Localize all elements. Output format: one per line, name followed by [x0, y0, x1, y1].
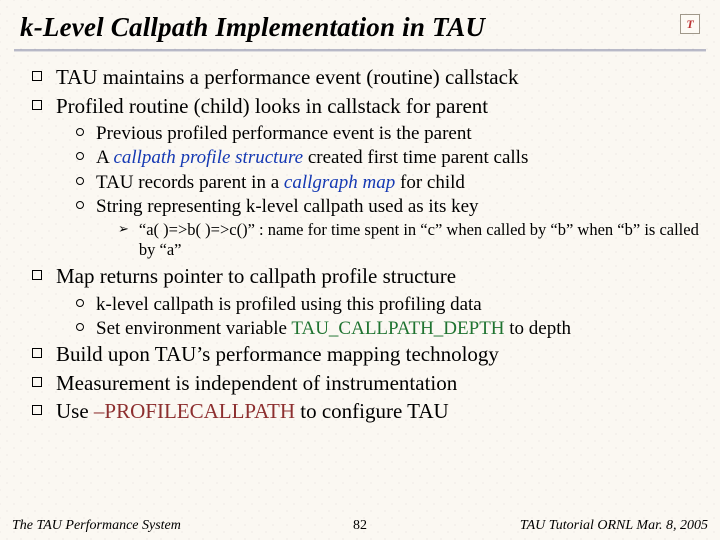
- square-bullet-icon: [32, 377, 42, 387]
- square-bullet-icon: [32, 270, 42, 280]
- bullet-text: TAU maintains a performance event (routi…: [56, 65, 702, 91]
- slide-body: TAU maintains a performance event (routi…: [14, 57, 706, 425]
- circle-bullet-icon: [76, 177, 84, 185]
- square-bullet-icon: [32, 348, 42, 358]
- bullet-text: String representing k-level callpath use…: [96, 195, 702, 218]
- bullet-level2: TAU records parent in a callgraph map fo…: [76, 171, 702, 194]
- tau-logo: T: [680, 14, 700, 34]
- slide-container: k-Level Callpath Implementation in TAU T…: [0, 0, 720, 540]
- square-bullet-icon: [32, 405, 42, 415]
- text-part: TAU records parent in a: [96, 172, 284, 193]
- bullet-level2: String representing k-level callpath use…: [76, 195, 702, 218]
- emphasis-darkred: –PROFILECALLPATH: [94, 399, 295, 423]
- bullet-text: Measurement is independent of instrument…: [56, 371, 702, 397]
- text-part: Set environment variable: [96, 318, 291, 339]
- bullet-level2: k-level callpath is profiled using this …: [76, 293, 702, 316]
- bullet-text: Set environment variable TAU_CALLPATH_DE…: [96, 317, 702, 340]
- bullet-text: Map returns pointer to callpath profile …: [56, 264, 702, 290]
- bullet-text: TAU records parent in a callgraph map fo…: [96, 171, 702, 194]
- bullet-level2: Previous profiled performance event is t…: [76, 122, 702, 145]
- text-part: to depth: [505, 318, 572, 339]
- slide-footer: The TAU Performance System 82 TAU Tutori…: [12, 518, 708, 534]
- square-bullet-icon: [32, 71, 42, 81]
- bullet-level3: ➢ “a( )=>b( )=>c()” : name for time spen…: [118, 220, 702, 260]
- bullet-text: Build upon TAU’s performance mapping tec…: [56, 342, 702, 368]
- footer-left: The TAU Performance System: [12, 518, 181, 534]
- text-part: for child: [395, 172, 465, 193]
- bullet-text: k-level callpath is profiled using this …: [96, 293, 702, 316]
- slide-title: k-Level Callpath Implementation in TAU: [20, 12, 485, 43]
- title-row: k-Level Callpath Implementation in TAU T: [14, 10, 706, 51]
- bullet-level1: TAU maintains a performance event (routi…: [32, 65, 702, 91]
- text-part: created first time parent calls: [303, 147, 528, 168]
- circle-bullet-icon: [76, 152, 84, 160]
- bullet-level1: Build upon TAU’s performance mapping tec…: [32, 342, 702, 368]
- arrow-bullet-icon: ➢: [118, 221, 129, 238]
- bullet-level2: A callpath profile structure created fir…: [76, 146, 702, 169]
- bullet-level1: Map returns pointer to callpath profile …: [32, 264, 702, 290]
- emphasis-blue: callgraph map: [284, 172, 395, 193]
- bullet-text: Use –PROFILECALLPATH to configure TAU: [56, 399, 702, 425]
- bullet-text: A callpath profile structure created fir…: [96, 146, 702, 169]
- text-part: to configure TAU: [295, 399, 449, 423]
- text-part: A: [96, 147, 113, 168]
- bullet-level1: Use –PROFILECALLPATH to configure TAU: [32, 399, 702, 425]
- bullet-level1: Measurement is independent of instrument…: [32, 371, 702, 397]
- bullet-level2: Set environment variable TAU_CALLPATH_DE…: [76, 317, 702, 340]
- text-part: Use: [56, 399, 94, 423]
- bullet-text: Profiled routine (child) looks in callst…: [56, 94, 702, 120]
- emphasis-green: TAU_CALLPATH_DEPTH: [291, 318, 504, 339]
- tau-logo-letter: T: [686, 17, 693, 32]
- bullet-text: Previous profiled performance event is t…: [96, 122, 702, 145]
- circle-bullet-icon: [76, 299, 84, 307]
- emphasis-blue: callpath profile structure: [113, 147, 303, 168]
- bullet-level1: Profiled routine (child) looks in callst…: [32, 94, 702, 120]
- bullet-text: “a( )=>b( )=>c()” : name for time spent …: [139, 220, 702, 260]
- circle-bullet-icon: [76, 201, 84, 209]
- square-bullet-icon: [32, 100, 42, 110]
- circle-bullet-icon: [76, 323, 84, 331]
- circle-bullet-icon: [76, 128, 84, 136]
- footer-right: TAU Tutorial ORNL Mar. 8, 2005: [520, 518, 708, 534]
